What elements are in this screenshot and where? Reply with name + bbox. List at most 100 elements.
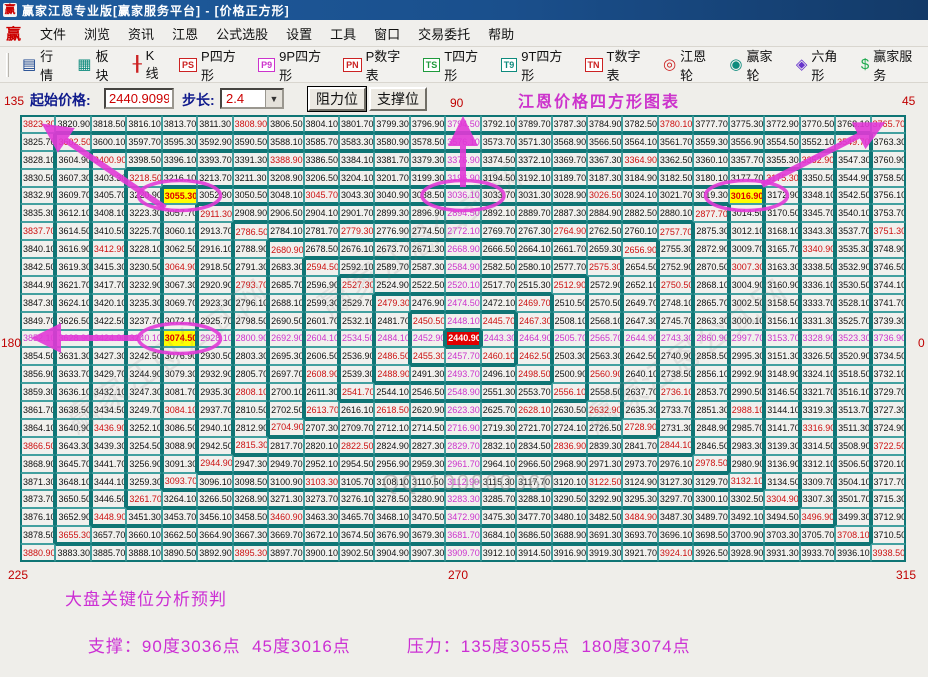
winner-service-icon: $ xyxy=(861,57,869,72)
grid-cell: 3885.70 xyxy=(91,544,126,562)
grid-cell: 3484.90 xyxy=(622,508,657,526)
grid-cell: 3144.10 xyxy=(764,401,799,419)
grid-cell: 3662.50 xyxy=(162,526,197,544)
grid-cell: 3823.30 xyxy=(20,115,55,133)
toolbar-label: 六角形 xyxy=(811,46,846,84)
grid-cell: 3936.10 xyxy=(835,544,870,562)
grid-cell: 3674.50 xyxy=(339,526,374,544)
grid-cell: 3348.10 xyxy=(800,187,835,205)
grid-cell: 3888.10 xyxy=(126,544,161,562)
grid-cell-highlight: 3055.30 xyxy=(162,187,197,205)
grid-cell: 3818.50 xyxy=(91,115,126,133)
grid-cell: 2772.10 xyxy=(445,222,480,240)
grid-cell: 3441.70 xyxy=(91,455,126,473)
grid-cell: 2709.70 xyxy=(339,419,374,437)
grid-cell: 3799.30 xyxy=(374,115,409,133)
grid-cell: 3271.30 xyxy=(268,490,303,508)
grid-cell: 3856.90 xyxy=(20,365,55,383)
start-price-input[interactable] xyxy=(104,88,174,109)
grid-cell: 3408.10 xyxy=(91,204,126,222)
grid-cell: 2534.50 xyxy=(339,330,374,348)
grid-cell: 3820.90 xyxy=(55,115,90,133)
grid-cell: 3787.30 xyxy=(552,115,587,133)
grid-cell: 3904.90 xyxy=(374,544,409,562)
toolbar-quote-table[interactable]: ▤行情 xyxy=(15,43,70,87)
toolbar-p-number[interactable]: PNP数字表 xyxy=(336,43,416,87)
grid-cell: 3098.50 xyxy=(233,473,268,491)
footer-support-text: 支撑：90度3036点 45度3016点 xyxy=(88,637,351,656)
grid-cell: 3844.90 xyxy=(20,276,55,294)
grid-cell: 3062.50 xyxy=(162,240,197,258)
grid-cell: 2913.70 xyxy=(197,222,232,240)
grid-cell: 2894.50 xyxy=(445,204,480,222)
toolbar-t-number[interactable]: TNT数字表 xyxy=(578,43,656,87)
footer-key-levels: 支撑：90度3036点 45度3016点压力：135度3055点 180度307… xyxy=(65,612,691,677)
grid-cell: 3424.90 xyxy=(91,330,126,348)
grid-cell: 3386.50 xyxy=(304,151,339,169)
grid-cell: 2925.70 xyxy=(197,312,232,330)
grid-cell: 2860.90 xyxy=(693,330,728,348)
grid-cell: 3403.30 xyxy=(91,169,126,187)
grid-cell: 2455.30 xyxy=(410,347,445,365)
grid-cell: 2589.70 xyxy=(374,258,409,276)
toolbar-winner-service[interactable]: $赢家服务 xyxy=(854,43,928,87)
grid-cell: 3703.30 xyxy=(764,526,799,544)
grid-cell: 2664.10 xyxy=(516,240,551,258)
toolbar-9t-square[interactable]: T99T四方形 xyxy=(494,43,578,87)
grid-cell: 2460.10 xyxy=(481,347,516,365)
grid-cell: 2923.30 xyxy=(197,294,232,312)
grid-cell: 3295.30 xyxy=(622,490,657,508)
support-button[interactable]: 支撑位 xyxy=(369,87,427,111)
grid-cell: 3112.90 xyxy=(445,473,480,491)
grid-cell: 2556.10 xyxy=(552,383,587,401)
grid-cell: 2721.70 xyxy=(516,419,551,437)
grid-cell: 3532.90 xyxy=(835,258,870,276)
grid-cell: 3050.50 xyxy=(233,187,268,205)
toolbar-candlestick[interactable]: ╂K线 xyxy=(126,45,172,85)
grid-cell: 3446.50 xyxy=(91,490,126,508)
grid-cell: 3698.50 xyxy=(693,526,728,544)
grid-cell: 2563.30 xyxy=(587,347,622,365)
step-value: 2.4 xyxy=(222,90,265,107)
toolbar-hexagon[interactable]: ◈六角形 xyxy=(789,43,854,87)
grid-cell: 3381.70 xyxy=(374,151,409,169)
p-square-icon: PS xyxy=(179,58,197,72)
resistance-button[interactable]: 阻力位 xyxy=(308,87,366,111)
grid-cell: 3914.50 xyxy=(516,544,551,562)
grid-cell: 3835.30 xyxy=(20,204,55,222)
grid-cell: 3105.70 xyxy=(339,473,374,491)
step-combobox[interactable]: 2.4 ▼ xyxy=(220,88,284,109)
grid-cell: 3621.70 xyxy=(55,276,90,294)
grid-cell: 3067.30 xyxy=(162,276,197,294)
combo-dropdown-icon[interactable]: ▼ xyxy=(265,90,282,107)
grid-cell: 3057.70 xyxy=(162,204,197,222)
grid-cell: 3384.10 xyxy=(339,151,374,169)
grid-cell: 3391.30 xyxy=(233,151,268,169)
grid-cell: 3912.10 xyxy=(481,544,516,562)
grid-cell: 3770.50 xyxy=(800,115,835,133)
grid-cell: 2623.30 xyxy=(445,401,480,419)
toolbar-sector-blocks[interactable]: ▦板块 xyxy=(70,43,125,87)
grid-cell: 3153.70 xyxy=(764,330,799,348)
grid-cell: 3568.90 xyxy=(552,133,587,151)
toolbar-gann-wheel[interactable]: ◎江恩轮 xyxy=(656,43,722,87)
grid-cell: 3355.30 xyxy=(764,151,799,169)
grid-cell: 3794.50 xyxy=(445,115,480,133)
grid-cell: 2719.30 xyxy=(481,419,516,437)
grid-cell: 2522.50 xyxy=(410,276,445,294)
grid-cell: 3494.50 xyxy=(764,508,799,526)
grid-cell: 3333.70 xyxy=(800,294,835,312)
grid-cell: 3103.30 xyxy=(304,473,339,491)
grid-cell: 2450.50 xyxy=(410,312,445,330)
toolbar-p-square[interactable]: PSP四方形 xyxy=(172,43,251,87)
grid-cell: 2908.90 xyxy=(233,204,268,222)
toolbar-t-square[interactable]: TST四方形 xyxy=(416,43,494,87)
grid-cell: 2776.90 xyxy=(374,222,409,240)
grid-cell: 3417.70 xyxy=(91,276,126,294)
grid-cell: 3871.30 xyxy=(20,473,55,491)
toolbar-winner-wheel[interactable]: ◉赢家轮 xyxy=(722,43,788,87)
grid-cell: 2755.30 xyxy=(658,240,693,258)
grid-cell: 3744.10 xyxy=(871,276,906,294)
grid-cell: 3684.10 xyxy=(481,526,516,544)
toolbar-9p-square[interactable]: P99P四方形 xyxy=(251,43,336,87)
